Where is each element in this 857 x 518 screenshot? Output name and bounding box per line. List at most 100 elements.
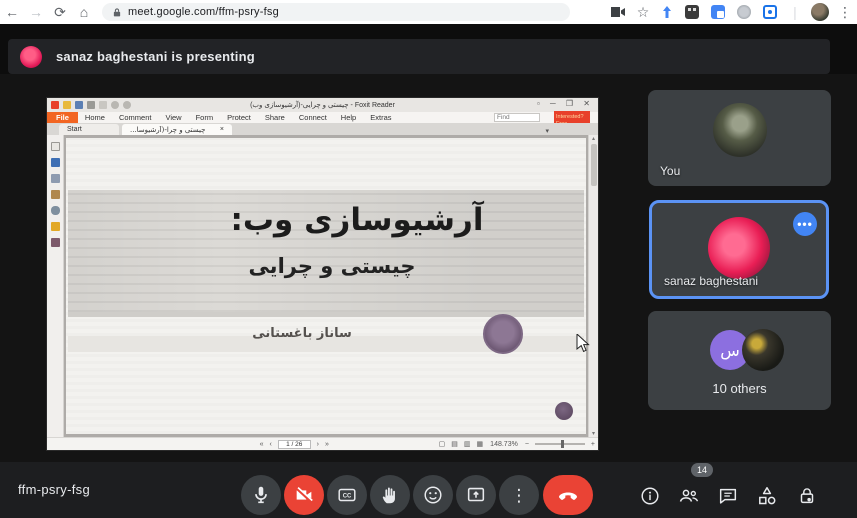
browser-toolbar: ← → ⟳ ⌂ meet.google.com/ffm-psry-fsg ☆ |… <box>0 0 857 24</box>
zoom-out-button[interactable]: − <box>522 441 532 448</box>
raise-hand-button[interactable] <box>370 475 410 515</box>
present-screen-button[interactable] <box>456 475 496 515</box>
slide-title: آرشیوسازی وب: <box>167 202 547 238</box>
google-meet-window: ← → ⟳ ⌂ meet.google.com/ffm-psry-fsg ☆ |… <box>0 0 857 518</box>
participant-tile-others[interactable]: س 10 others <box>648 311 831 410</box>
menu-form[interactable]: Form <box>189 112 221 123</box>
zoom-in-button[interactable]: + <box>588 441 598 448</box>
menu-protect[interactable]: Protect <box>220 112 258 123</box>
bookmark-star-icon[interactable]: ☆ <box>631 1 655 23</box>
address-bar[interactable]: meet.google.com/ffm-psry-fsg <box>102 3 570 21</box>
more-options-button[interactable]: ⋮ <box>499 475 539 515</box>
menu-home[interactable]: Home <box>78 112 112 123</box>
bookmarks-icon[interactable] <box>51 158 60 167</box>
host-controls-button[interactable] <box>795 484 819 508</box>
activities-button[interactable] <box>755 484 779 508</box>
back-button[interactable]: ← <box>0 1 24 23</box>
slide-corner-badge <box>555 402 573 420</box>
single-page-view-icon[interactable]: ▢ <box>436 440 449 448</box>
captions-button[interactable]: CC <box>327 475 367 515</box>
captions-icon: CC <box>336 484 358 506</box>
presenter-label: sanaz baghestani <box>664 274 758 288</box>
forward-button[interactable]: → <box>24 1 48 23</box>
foxit-window-controls[interactable]: ▫ ─ ❐ ✕ <box>537 99 594 108</box>
tab-start[interactable]: Start <box>59 124 119 135</box>
activities-icon <box>755 484 779 508</box>
profile-avatar[interactable] <box>811 3 829 21</box>
signature-icon[interactable] <box>51 238 60 247</box>
show-participants-button[interactable] <box>677 484 701 508</box>
layers-icon[interactable] <box>51 174 60 183</box>
meeting-details-button[interactable] <box>638 484 662 508</box>
find-input[interactable] <box>494 113 540 122</box>
tab-close-icon[interactable]: × <box>220 126 224 133</box>
camera-indicator-icon[interactable] <box>610 6 626 18</box>
facing-view-icon[interactable]: ▥ <box>461 440 474 448</box>
security-icon[interactable] <box>51 222 60 231</box>
foxit-title-bar: چیستی و چرایی-(آرشیوسازی وب) - Foxit Rea… <box>47 98 598 112</box>
host-controls-lock-icon <box>796 485 818 507</box>
tile-more-options-button[interactable]: ••• <box>793 212 817 236</box>
thumbnails-icon[interactable] <box>51 142 60 151</box>
foxit-status-bar: « ‹ 1 / 26 › » ▢ ▤ ▥ ▦ 148.73% − + <box>47 437 598 450</box>
last-page-button[interactable]: » <box>322 441 332 448</box>
zoom-level-text: 148.73% <box>490 441 518 448</box>
more-options-icon: ⋮ <box>511 487 528 504</box>
tab-list-dropdown-icon[interactable]: ▾ <box>542 127 552 135</box>
tab-document[interactable]: چیستی و چرا-(آرشیوسا... × <box>122 124 232 135</box>
menu-help[interactable]: Help <box>334 112 363 123</box>
slide-subtitle: چیستی و چرایی <box>167 254 497 278</box>
meeting-stage: چیستی و چرایی-(آرشیوسازی وب) - Foxit Rea… <box>0 74 857 462</box>
foxit-left-panel <box>47 135 64 437</box>
home-button[interactable]: ⌂ <box>72 1 96 23</box>
menu-connect[interactable]: Connect <box>292 112 334 123</box>
document-scrollbar[interactable]: ▴ ▾ <box>588 135 598 437</box>
microphone-button[interactable] <box>241 475 281 515</box>
participant-tile-presenter[interactable]: ••• sanaz baghestani <box>649 200 829 299</box>
camera-off-button[interactable] <box>284 475 324 515</box>
extension-dot-icon[interactable] <box>763 5 777 19</box>
foxit-tab-bar: Start چیستی و چرا-(آرشیوسا... × ▾ <box>47 123 598 135</box>
toolbar-divider: | <box>783 1 807 23</box>
menu-share[interactable]: Share <box>258 112 292 123</box>
scrollbar-thumb[interactable] <box>591 144 597 186</box>
participant-count-badge: 14 <box>691 463 713 477</box>
raise-hand-icon <box>379 484 401 506</box>
chat-button[interactable] <box>716 484 740 508</box>
browser-menu-button[interactable]: ⋮ <box>833 1 857 23</box>
zoom-slider[interactable] <box>535 443 585 445</box>
participant-tile-you[interactable]: You <box>648 90 831 186</box>
end-call-button[interactable] <box>543 475 593 515</box>
extension-arrow-icon[interactable] <box>660 5 674 19</box>
end-call-icon <box>556 483 580 507</box>
next-page-button[interactable]: › <box>314 441 322 448</box>
scroll-up-icon[interactable]: ▴ <box>592 135 595 142</box>
you-avatar <box>713 103 767 157</box>
grid-view-icon[interactable]: ▦ <box>474 440 487 448</box>
continuous-view-icon[interactable]: ▤ <box>448 440 461 448</box>
lock-icon <box>112 7 122 18</box>
reload-button[interactable]: ⟳ <box>48 1 72 23</box>
attachments-icon[interactable] <box>51 206 60 215</box>
reactions-button[interactable] <box>413 475 453 515</box>
meet-control-bar: ffm-psry-fsg CC <box>0 462 857 518</box>
present-screen-icon <box>465 484 487 506</box>
presenter-tile-avatar <box>708 217 770 279</box>
comments-icon[interactable] <box>51 190 60 199</box>
prev-page-button[interactable]: ‹ <box>266 441 274 448</box>
url-text: meet.google.com/ffm-psry-fsg <box>128 6 279 18</box>
menu-file[interactable]: File <box>47 112 78 123</box>
first-page-button[interactable]: « <box>257 441 267 448</box>
scroll-down-icon[interactable]: ▾ <box>592 430 595 437</box>
extension-circle-icon[interactable] <box>737 5 751 19</box>
menu-view[interactable]: View <box>158 112 188 123</box>
page-number-box[interactable]: 1 / 26 <box>278 440 311 449</box>
extension-dark-icon[interactable] <box>685 5 699 19</box>
chat-icon <box>717 485 739 507</box>
slide-logo-badge <box>483 314 523 354</box>
menu-comment[interactable]: Comment <box>112 112 159 123</box>
presenting-banner-text: sanaz baghestani is presenting <box>56 49 255 64</box>
zoom-slider-handle[interactable] <box>561 440 564 448</box>
menu-extras[interactable]: Extras <box>363 112 398 123</box>
translate-extension-icon[interactable] <box>711 5 725 19</box>
